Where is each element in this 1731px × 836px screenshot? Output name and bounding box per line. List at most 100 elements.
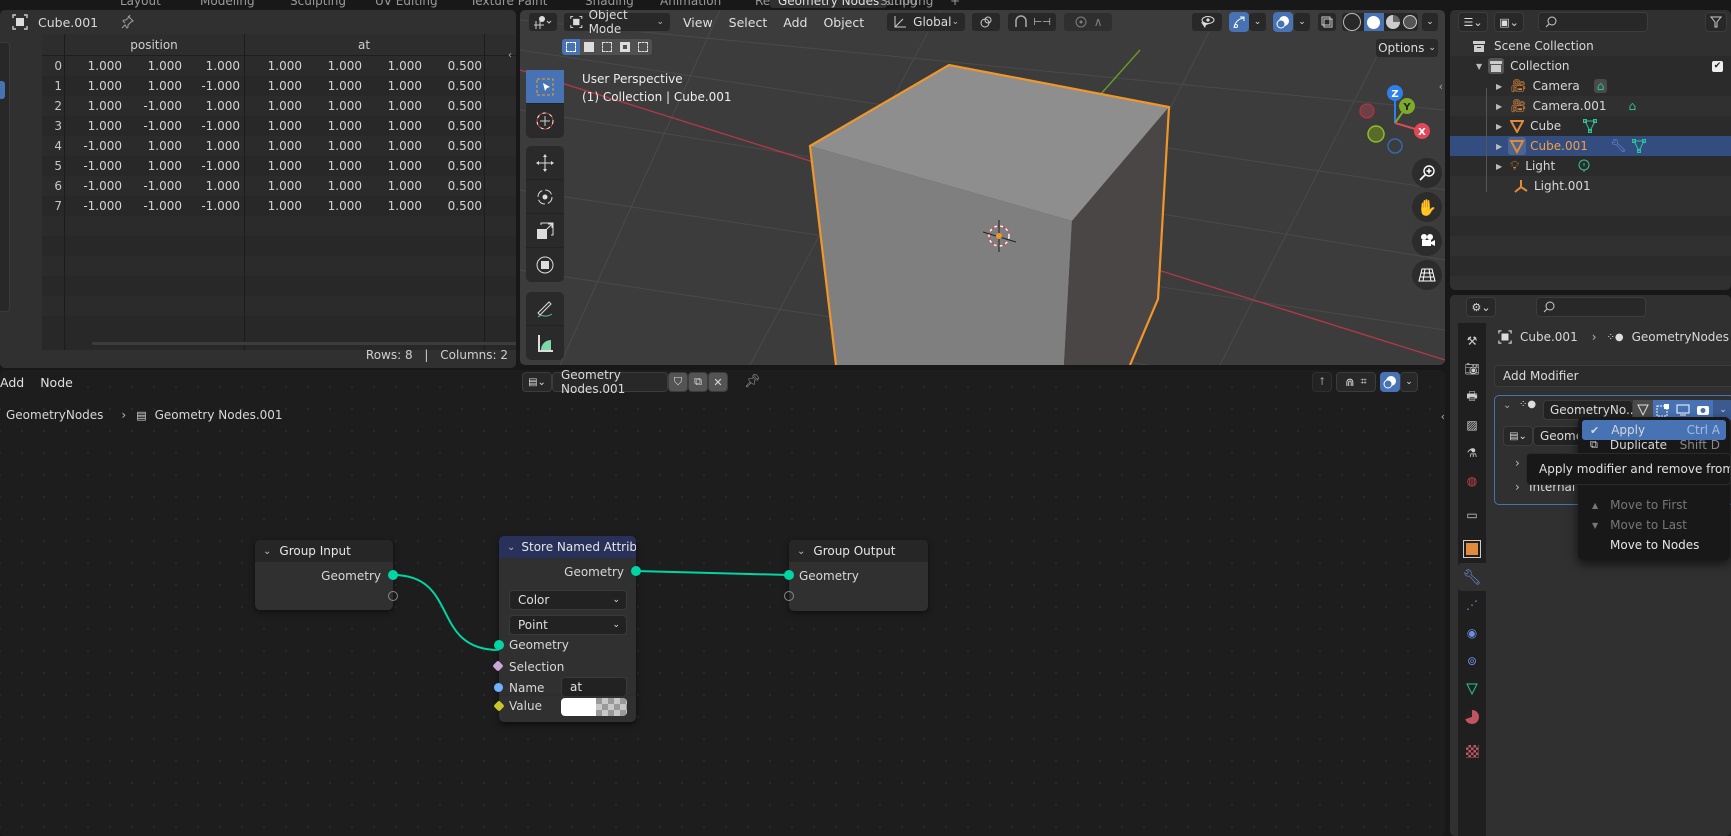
scale-tool[interactable] [526,214,564,248]
tab-modeling[interactable]: Modeling [200,0,255,8]
tab-layout[interactable]: Layout [120,0,161,8]
3d-viewport[interactable]: Object Mode ⌄ View Select Add Object Glo… [520,10,1445,365]
expand-arrow-icon[interactable]: ▶ [1496,122,1502,131]
cursor-tool[interactable] [526,104,564,138]
data-type-dropdown[interactable]: Color ⌄ [509,590,627,610]
column-header-position[interactable]: position [64,34,244,56]
gizmo-dropdown[interactable]: ⌄ [1249,12,1267,32]
shading-dropdown[interactable]: ⌄ [1421,12,1439,32]
pan-view-button[interactable]: ✋ [1412,192,1442,222]
select-invert-button[interactable] [616,39,634,55]
geometry-input-socket[interactable] [784,570,794,580]
overlays-toggle[interactable] [1273,12,1293,32]
outliner-search-input[interactable] [1538,12,1648,32]
tab-shading[interactable]: Shading [585,0,634,8]
geometry-output-socket[interactable] [388,570,398,580]
overlays-dropdown[interactable]: ⌄ [1293,12,1311,32]
attribute-name-input[interactable]: at [561,677,627,697]
outliner-item-light[interactable]: ▶ 💡︎ Light [1450,156,1731,176]
select-new-button[interactable] [562,39,580,55]
camera-data-icon[interactable]: ⌂ [1593,79,1608,93]
horizontal-scrollbar[interactable] [92,342,516,345]
gizmo-toggle[interactable] [1229,12,1249,32]
tab-animation[interactable]: Animation [660,0,721,8]
menu-select[interactable]: Select [721,15,776,30]
select-extend-button[interactable] [580,39,598,55]
expand-arrow-icon[interactable]: ▶ [1496,162,1502,171]
tab-uv-editing[interactable]: UV Editing [375,0,438,8]
menu-item-move-last[interactable]: ▼ Move to Last [1582,515,1726,535]
virtual-input-socket[interactable] [784,591,794,601]
virtual-output-socket[interactable] [388,591,398,601]
sidebar-toggle[interactable]: ‹ [508,50,516,64]
filter-button[interactable] [1705,12,1727,32]
camera-view-button[interactable] [1412,226,1442,256]
expand-arrow-icon[interactable]: ▶ [1496,142,1502,151]
editor-type-button[interactable] [528,12,558,32]
menu-item-apply[interactable]: ✔ Apply Ctrl A [1582,420,1726,440]
menu-item-move-first[interactable]: ▲ Move to First [1582,495,1726,515]
solid-shading-button[interactable] [1363,13,1384,31]
expand-arrow-icon[interactable]: ▼ [1476,62,1482,71]
menu-add[interactable]: Add [775,15,815,30]
tab-scene[interactable]: ⚗ [1458,439,1486,467]
name-input-socket[interactable] [494,683,503,692]
node-store-named-attribute[interactable]: ⌄ Store Named Attribute Geometry Color⌄ P… [492,536,641,700]
pin-icon[interactable] [120,15,135,29]
zoom-view-button[interactable] [1412,158,1442,188]
measure-tool[interactable] [526,326,564,360]
expand-arrow-icon[interactable]: ▶ [1496,102,1502,111]
outliner-item-cube-001[interactable]: ▶ Cube.001 🔧︎ [1450,136,1731,156]
options-dropdown[interactable]: Options ⌄ [1375,38,1439,58]
scene-collection-row[interactable]: Scene Collection [1450,36,1731,56]
subpanel-expand-icon[interactable]: › [1515,480,1520,494]
select-box-tool[interactable] [526,70,564,104]
rendered-shading-button[interactable] [1402,15,1417,29]
tab-physics[interactable]: ◉ [1458,619,1486,647]
pivot-point-dropdown[interactable] [971,12,1002,32]
tab-scripting[interactable]: Scripting [880,0,933,8]
tab-output[interactable]: 🖶 [1458,383,1486,411]
viewport-sidebar-toggle[interactable]: ‹ [1439,80,1443,93]
tab-object[interactable] [1458,535,1486,563]
proportional-editing-toggle[interactable]: ∧ [1063,12,1114,32]
domain-dropdown[interactable]: Point ⌄ [509,615,627,635]
tab-tool[interactable]: ⚒ [1458,327,1486,355]
transform-tool[interactable] [526,248,564,282]
add-workspace-button[interactable]: + [950,0,960,8]
transform-orientation-dropdown[interactable]: Global ⌄ [886,12,967,32]
tab-particles[interactable]: ⋰ [1458,591,1486,619]
tab-constraints[interactable]: ⊚ [1458,647,1486,675]
column-header-at[interactable]: at [244,34,484,56]
tab-texture[interactable] [1458,737,1486,765]
color-value-swatch[interactable] [561,698,627,716]
tab-sculpting[interactable]: Sculpting [290,0,346,8]
display-mode-dropdown[interactable]: ▣⌄ [1494,12,1524,32]
properties-search-input[interactable] [1536,297,1646,317]
outliner-item-camera-001[interactable]: ▶ 🎥︎ Camera.001 ⌂ [1450,96,1731,116]
exclude-checkbox[interactable]: ✔ [1712,60,1723,72]
outliner-item-cube[interactable]: ▶ Cube [1450,116,1731,136]
tab-view-layer[interactable]: ▨ [1458,411,1486,439]
move-tool[interactable] [526,146,564,180]
select-intersect-button[interactable] [634,39,652,55]
expand-arrow-icon[interactable]: ▶ [1496,82,1502,91]
ortho-view-button[interactable] [1412,260,1442,290]
node-group-input[interactable]: ⌄ Group Input Geometry [255,540,398,610]
add-modifier-button[interactable]: Add Modifier [1494,365,1731,387]
visibility-dropdown[interactable] [1191,12,1223,32]
node-group-output[interactable]: ⌄ Group Output Geometry [784,540,928,611]
material-shading-button[interactable] [1386,15,1401,29]
wrench-icon[interactable]: 🔧︎ [1610,139,1627,154]
spreadsheet-dataset-region[interactable] [0,42,10,312]
tab-material[interactable] [1458,703,1486,731]
collection-row[interactable]: ▼ Collection ✔ [1450,56,1731,76]
collapse-arrow-icon[interactable]: ⌄ [797,546,805,557]
tab-world[interactable]: ◍ [1458,467,1486,495]
annotate-tool[interactable] [526,292,564,326]
outliner-item-camera[interactable]: ▶ 🎥︎ Camera ⌂ [1450,76,1731,96]
camera-data-icon[interactable]: ⌂ [1628,99,1636,113]
editor-type-button[interactable]: ☰⌄ [1458,12,1488,32]
menu-object[interactable]: Object [815,15,872,30]
xray-toggle[interactable] [1317,12,1337,32]
